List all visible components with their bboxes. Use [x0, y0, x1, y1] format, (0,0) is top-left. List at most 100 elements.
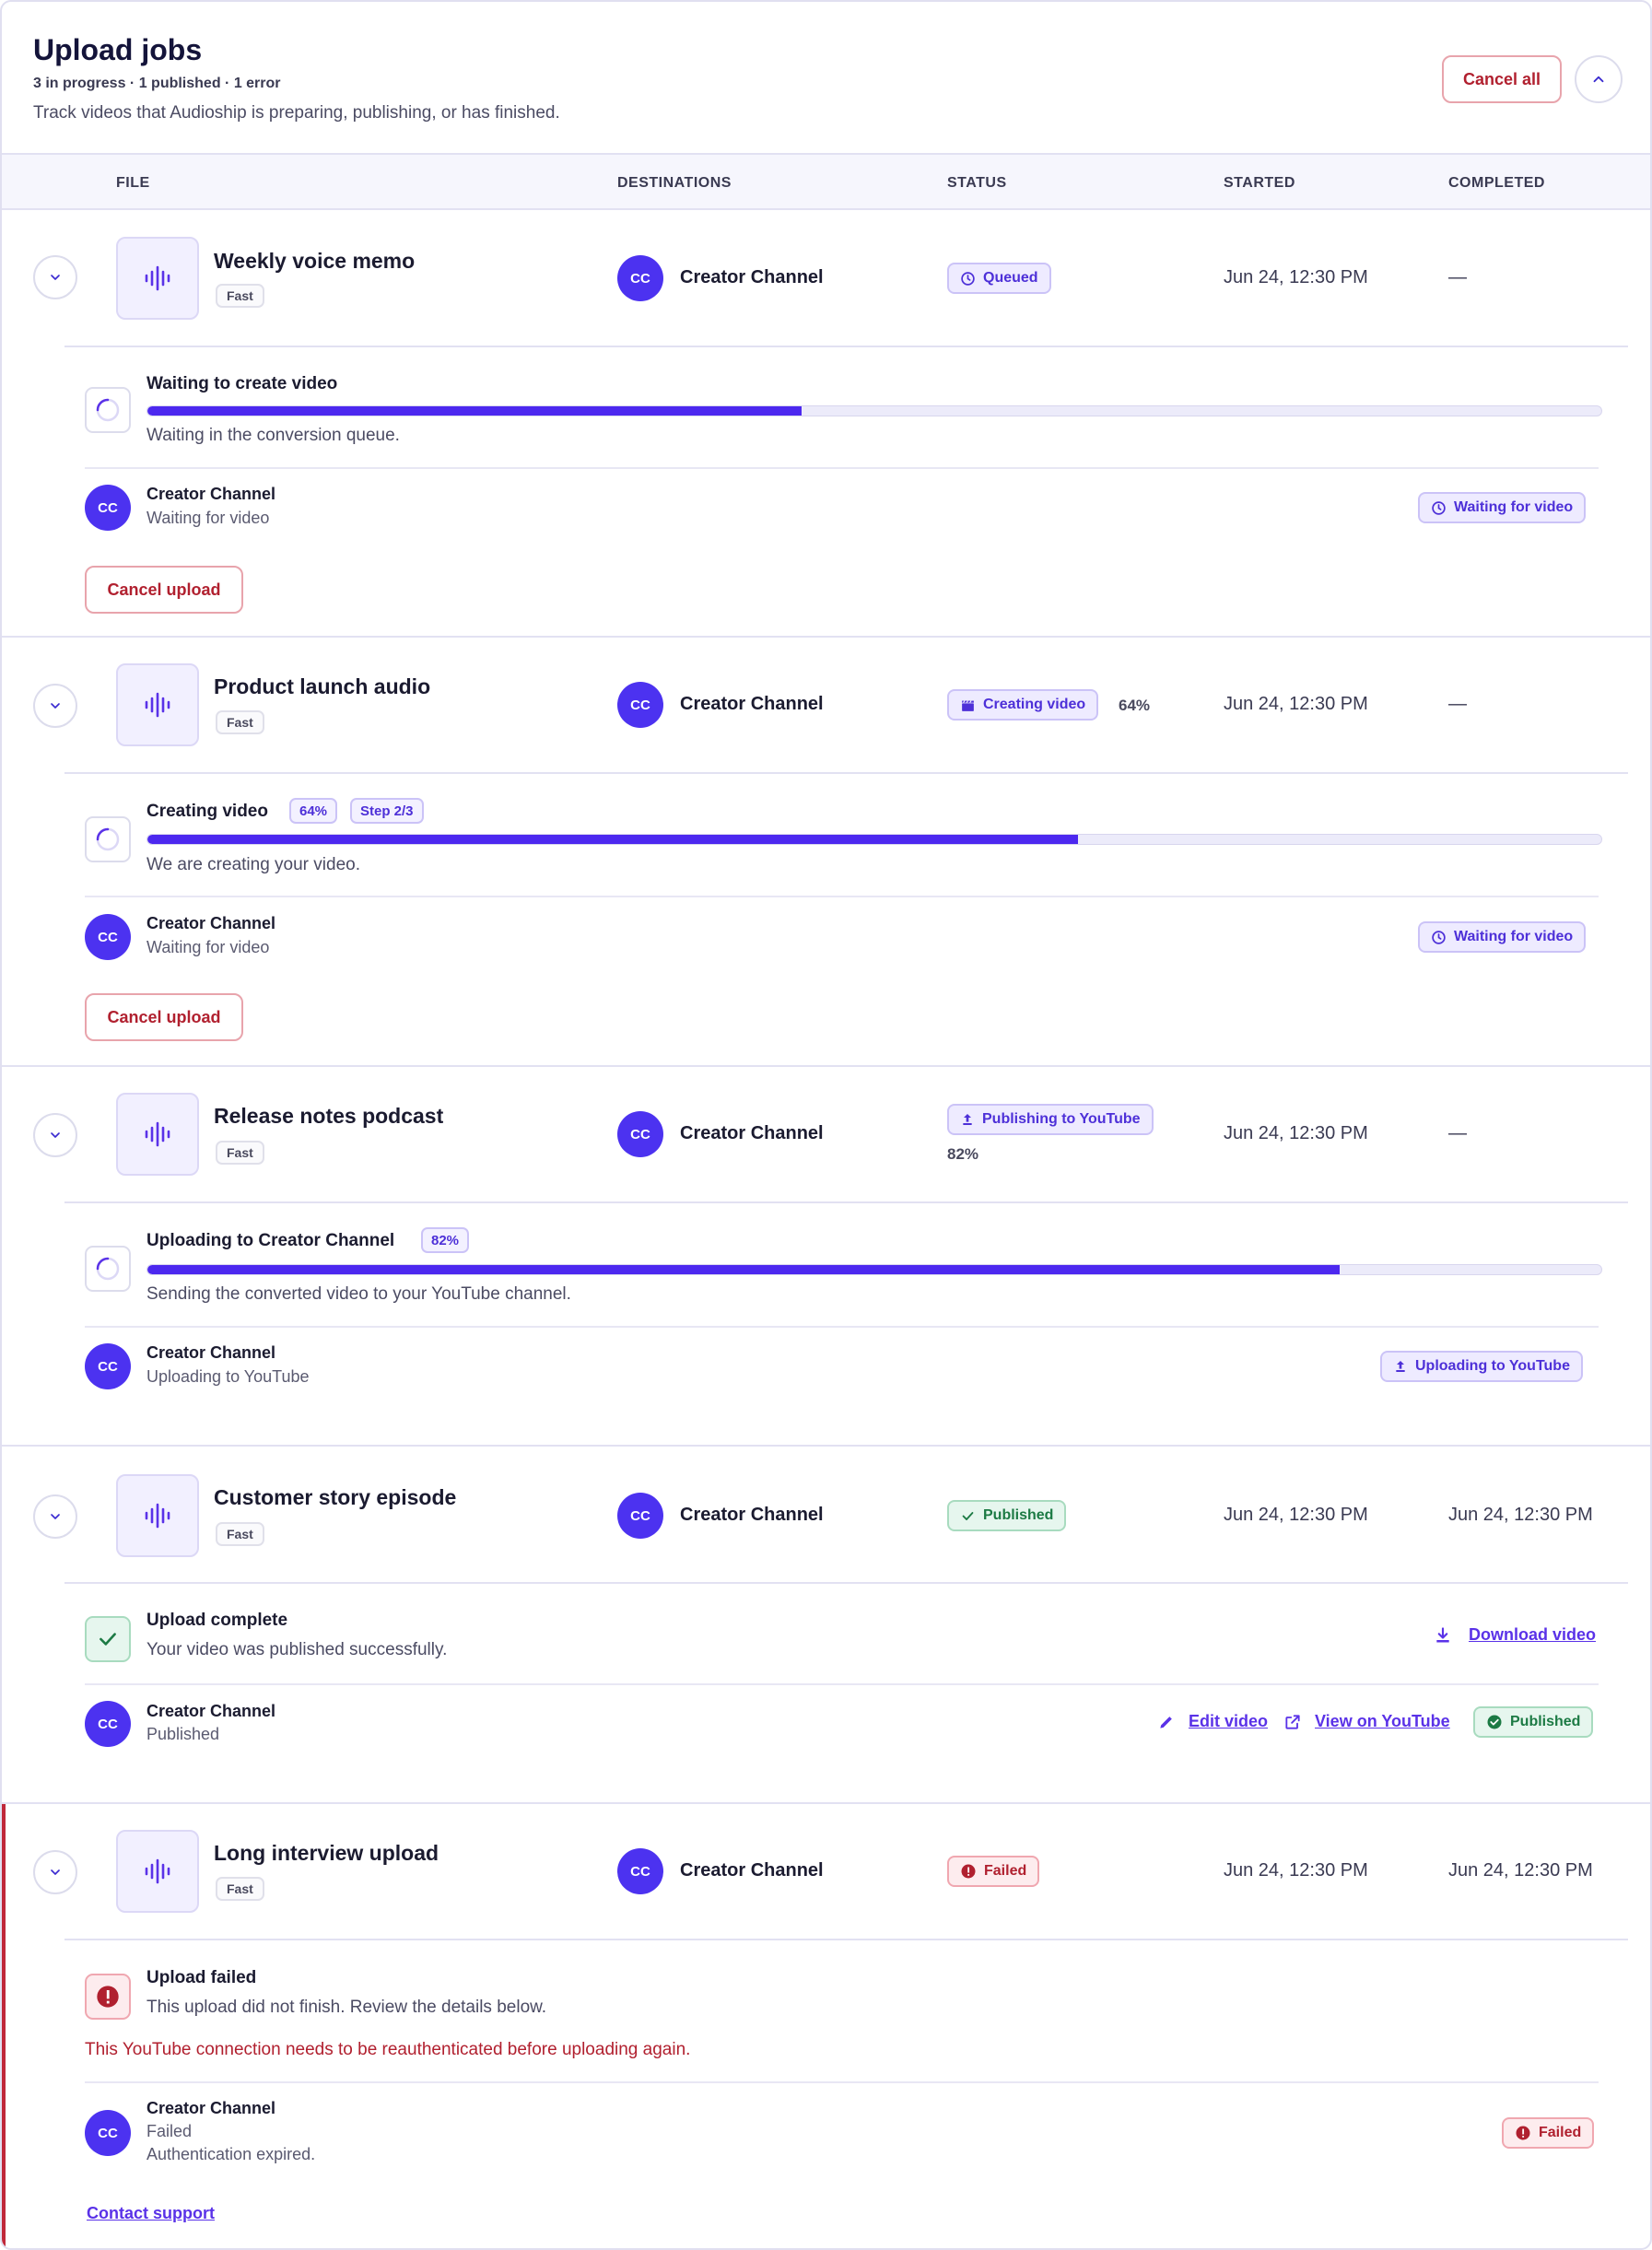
avatar: CC: [85, 1701, 131, 1747]
job-row: Product launch audio Fast CC Creator Cha…: [2, 638, 1650, 1067]
cancel-upload-button[interactable]: Cancel upload: [85, 993, 243, 1041]
speed-badge: Fast: [216, 1877, 264, 1901]
job-summary: 3 in progress · 1 published · 1 error: [33, 76, 281, 91]
step-description: This upload did not finish. Review the d…: [146, 1998, 547, 2017]
status-label: Failed: [984, 1863, 1027, 1879]
destination-status: Published: [146, 1725, 220, 1743]
page-title: Upload jobs: [33, 33, 203, 66]
spinner-icon: [96, 398, 120, 422]
destination-name: Creator Channel: [680, 694, 824, 714]
status-badge: Queued: [947, 263, 1051, 294]
table-header: FILE DESTINATIONS STATUS STARTED COMPLET…: [2, 155, 1650, 210]
speed-badge: Fast: [216, 1141, 264, 1165]
progress-bar: [146, 405, 1602, 416]
step-description: Sending the converted video to your YouT…: [146, 1284, 571, 1304]
progress-spinner: [85, 1246, 131, 1292]
step-count-tag: Step 2/3: [350, 798, 424, 824]
destination-name: Creator Channel: [680, 1123, 824, 1143]
view-on-youtube-link[interactable]: View on YouTube: [1283, 1712, 1450, 1731]
upload-icon: [963, 1114, 972, 1125]
avatar: CC: [85, 1343, 131, 1389]
chevron-down-icon: [51, 1869, 60, 1875]
pencil-icon: [1160, 1716, 1172, 1729]
destination-name: Creator Channel: [680, 267, 824, 287]
success-indicator: [85, 1616, 131, 1662]
divider: [64, 1201, 1628, 1203]
progress-fill: [147, 835, 1078, 844]
spinner-icon: [96, 827, 120, 851]
speed-badge: Fast: [216, 284, 264, 308]
column-completed: COMPLETED: [1448, 175, 1545, 191]
speed-badge: Fast: [216, 1522, 264, 1546]
row-toggle-button[interactable]: [33, 1113, 77, 1157]
destination-title: Creator Channel: [146, 485, 276, 503]
audio-file-tile: [116, 1474, 199, 1557]
error-indicator: [85, 1974, 131, 2020]
destination-title: Creator Channel: [146, 914, 276, 932]
clock-icon: [1432, 500, 1446, 515]
status-label: Creating video: [983, 697, 1086, 712]
avatar: CC: [617, 1493, 663, 1539]
destination-title: Creator Channel: [146, 2099, 276, 2117]
row-toggle-button[interactable]: [33, 255, 77, 299]
file-name: Long interview upload: [214, 1841, 439, 1865]
divider: [85, 467, 1599, 469]
row-toggle-button[interactable]: [33, 1850, 77, 1894]
chevron-down-icon: [51, 275, 60, 280]
divider: [85, 2081, 1599, 2083]
started-time: Jun 24, 12:30 PM: [1224, 694, 1368, 714]
divider: [64, 346, 1628, 347]
progress-bar: [146, 834, 1602, 845]
file-name: Product launch audio: [214, 674, 431, 698]
divider: [64, 1939, 1628, 1940]
download-video-link[interactable]: Download video: [1434, 1625, 1596, 1645]
audio-waveform-icon: [145, 265, 170, 291]
cancel-upload-button[interactable]: Cancel upload: [85, 566, 243, 614]
check-icon: [100, 1633, 116, 1646]
destination-name: Creator Channel: [680, 1860, 824, 1881]
progress-fill: [147, 406, 803, 416]
avatar: CC: [85, 2110, 131, 2156]
alert-icon: [97, 1986, 119, 2008]
status-label: Published: [983, 1507, 1054, 1523]
step-title: Upload failed: [146, 1968, 257, 1987]
step-title: Upload complete: [146, 1611, 288, 1630]
status-badge: Published: [947, 1500, 1067, 1531]
destination-status-badge: Waiting for video: [1418, 921, 1587, 953]
cancel-all-button[interactable]: Cancel all: [1442, 55, 1562, 103]
speed-badge: Fast: [216, 710, 264, 734]
row-toggle-button[interactable]: [33, 684, 77, 728]
divider: [64, 1582, 1628, 1584]
audio-waveform-icon: [145, 1121, 170, 1147]
divider: [64, 772, 1628, 774]
chevron-down-icon: [51, 703, 60, 709]
avatar: CC: [617, 682, 663, 728]
edit-video-link[interactable]: Edit video: [1157, 1712, 1268, 1731]
status-badge: Failed: [947, 1856, 1040, 1887]
step-title: Uploading to Creator Channel: [146, 1231, 395, 1250]
upload-icon: [1396, 1361, 1405, 1372]
panel-header: Upload jobs 3 in progress · 1 published …: [2, 2, 1650, 155]
file-name: Release notes podcast: [214, 1104, 444, 1128]
clock-icon: [1432, 930, 1446, 944]
row-toggle-button[interactable]: [33, 1494, 77, 1539]
check-icon: [962, 1511, 974, 1520]
upload-jobs-panel: Upload jobs 3 in progress · 1 published …: [0, 0, 1652, 2250]
status-label: Publishing to YouTube: [982, 1111, 1141, 1127]
completed-time: Jun 24, 12:30 PM: [1448, 1505, 1593, 1525]
divider: [85, 1326, 1599, 1328]
started-time: Jun 24, 12:30 PM: [1224, 1505, 1368, 1525]
step-description: Waiting in the conversion queue.: [146, 426, 400, 445]
destination-status: Waiting for video: [146, 938, 270, 956]
external-link-icon: [1285, 1714, 1300, 1729]
contact-support-link[interactable]: Contact support: [87, 2204, 215, 2223]
clock-icon: [961, 271, 975, 286]
status-percent: 64%: [1119, 697, 1151, 714]
chevron-up-icon: [1593, 76, 1604, 83]
avatar: CC: [85, 914, 131, 960]
completed-time: Jun 24, 12:30 PM: [1448, 1860, 1593, 1881]
column-started: STARTED: [1224, 175, 1295, 191]
column-status: STATUS: [947, 175, 1007, 191]
collapse-panel-button[interactable]: [1575, 55, 1623, 103]
destination-status: Failed: [146, 2122, 193, 2140]
